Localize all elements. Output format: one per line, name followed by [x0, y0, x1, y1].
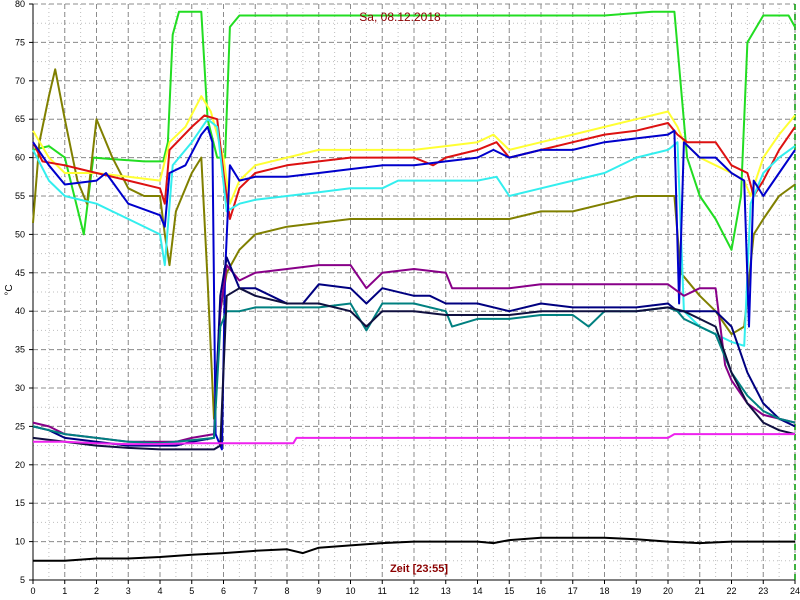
temperature-line-chart: 0 1 2 3 4 5 6 7 8 9 10 11 12 13 14 15 16 17 18 19 20 21 22 23 24…	[4, 0, 800, 596]
y-tick-label: 5	[20, 575, 25, 585]
x-tick-label: 7	[253, 586, 258, 596]
y-tick-label: 75	[15, 37, 25, 47]
x-tick-label: 24	[790, 586, 800, 596]
y-tick-label: 65	[15, 114, 25, 124]
x-tick-label: 2	[94, 586, 99, 596]
x-tick-label: 23	[758, 586, 768, 596]
x-tick-label: 20	[663, 586, 673, 596]
x-tick-label: 4	[157, 586, 162, 596]
y-axis-title: °C	[4, 284, 15, 295]
y-tick-label: 20	[15, 460, 25, 470]
y-tick-label: 60	[15, 153, 25, 163]
x-tick-label: 10	[345, 586, 355, 596]
x-tick-label: 21	[695, 586, 705, 596]
x-tick-label: 13	[441, 586, 451, 596]
y-tick-label: 45	[15, 268, 25, 278]
x-tick-label: 15	[504, 586, 514, 596]
x-tick-label: 6	[221, 586, 226, 596]
y-tick-label: 35	[15, 345, 25, 355]
x-tick-label: 9	[316, 586, 321, 596]
x-tick-label: 5	[189, 586, 194, 596]
x-tick-label: 3	[126, 586, 131, 596]
x-tick-label: 17	[568, 586, 578, 596]
y-tick-label: 25	[15, 421, 25, 431]
y-tick-label: 80	[15, 0, 25, 9]
x-tick-label: 1	[62, 586, 67, 596]
y-tick-label: 50	[15, 229, 25, 239]
x-tick-label: 19	[631, 586, 641, 596]
y-tick-label: 30	[15, 383, 25, 393]
y-tick-label: 15	[15, 498, 25, 508]
x-tick-label: 12	[409, 586, 419, 596]
x-tick-label: 11	[378, 586, 387, 596]
x-tick-label: 16	[536, 586, 546, 596]
y-tick-label: 55	[15, 191, 25, 201]
y-tick-label: 40	[15, 306, 25, 316]
x-tick-label: 8	[284, 586, 289, 596]
x-tick-label: 22	[726, 586, 736, 596]
x-axis-title: Zeit [23:55]	[390, 563, 448, 575]
x-tick-label: 0	[30, 586, 35, 596]
x-tick-label: 18	[599, 586, 609, 596]
y-tick-label: 10	[15, 537, 25, 547]
chart-title: Sa, 08.12.2018	[359, 10, 441, 24]
x-tick-label: 14	[472, 586, 482, 596]
y-tick-label: 70	[15, 76, 25, 86]
